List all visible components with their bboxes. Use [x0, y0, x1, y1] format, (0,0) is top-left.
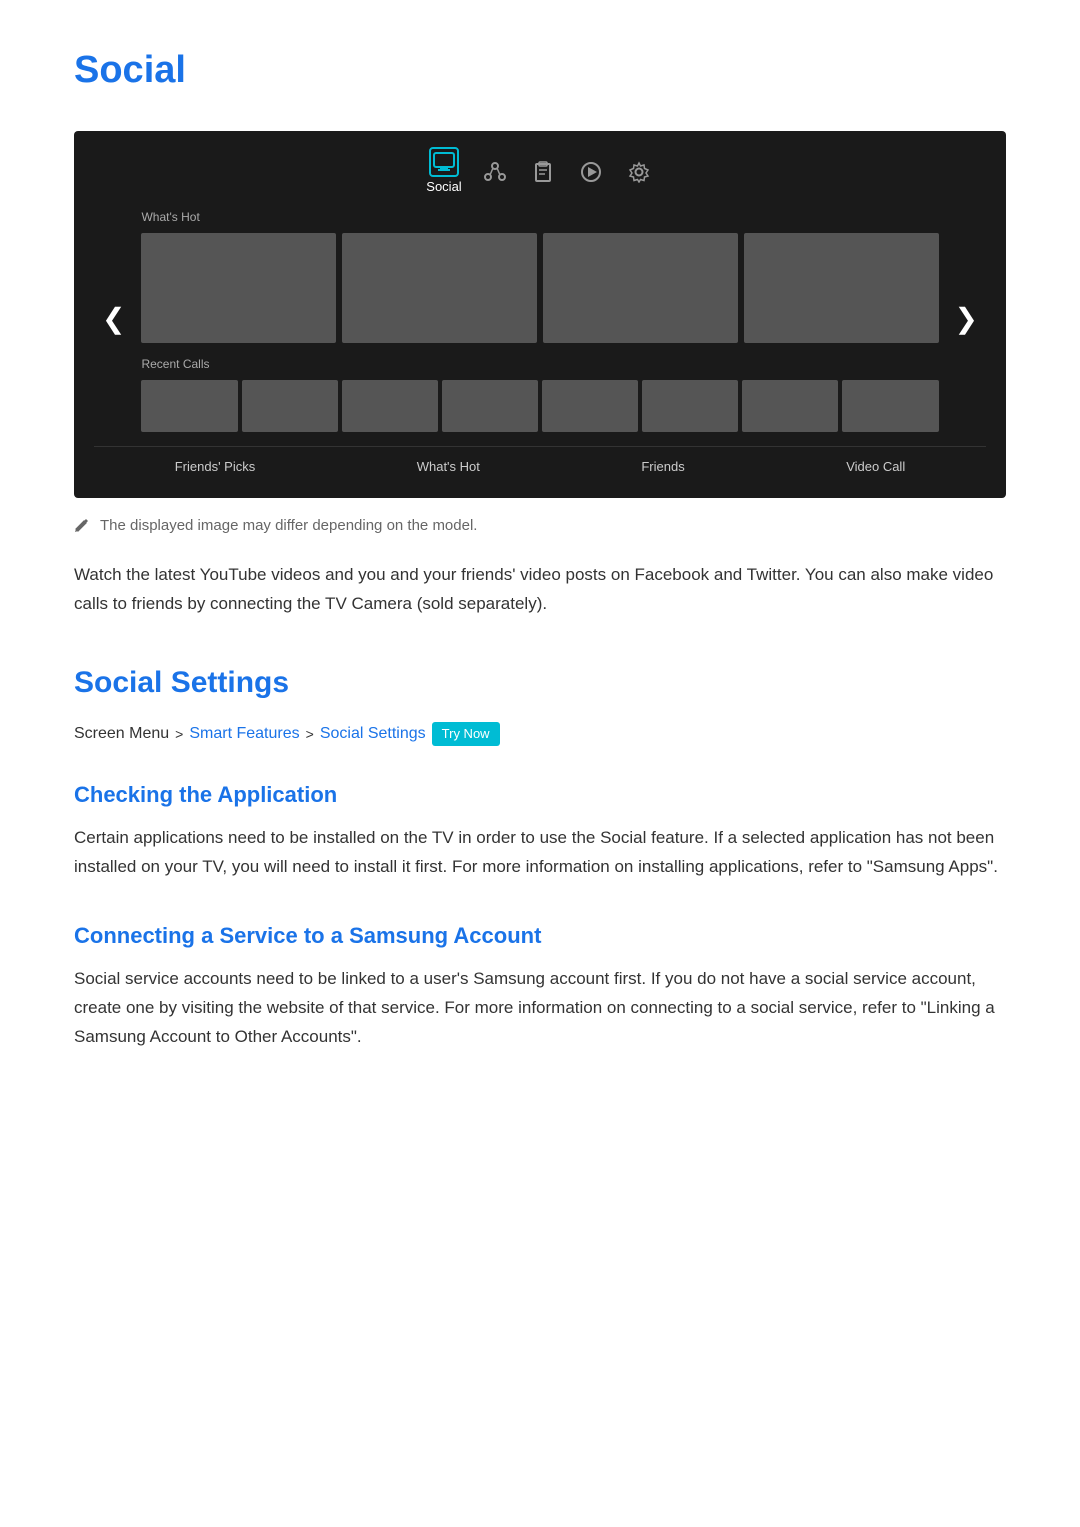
tv-bottom-nav-video-call: Video Call [846, 457, 905, 478]
tv-bottom-nav-whats-hot: What's Hot [417, 457, 480, 478]
note-text: The displayed image may differ depending… [100, 514, 477, 538]
tv-small-card-3 [342, 380, 438, 432]
tv-main-section: What's Hot Recent Calls [141, 208, 938, 432]
tv-card-3 [543, 233, 738, 343]
description-text: Watch the latest YouTube videos and you … [74, 561, 1006, 619]
tv-nav-bar: Social [94, 147, 986, 198]
tv-right-arrow[interactable]: ❯ [947, 289, 986, 350]
breadcrumb-sep1: > [175, 723, 183, 745]
connecting-service-text: Social service accounts need to be linke… [74, 965, 1006, 1052]
tv-nav-social: Social [426, 147, 461, 198]
tv-nav-icon-clipboard [528, 157, 558, 187]
connecting-service-title: Connecting a Service to a Samsung Accoun… [74, 918, 1006, 953]
note-row: The displayed image may differ depending… [74, 514, 1006, 542]
tv-content-area: ❮ What's Hot Recent Calls [94, 208, 986, 432]
tv-small-card-2 [242, 380, 338, 432]
tv-left-arrow[interactable]: ❮ [94, 289, 133, 350]
tv-small-card-6 [642, 380, 738, 432]
pencil-icon [74, 516, 90, 542]
tv-nav-icon-play [576, 157, 606, 187]
tv-recent-calls-label: Recent Calls [141, 355, 938, 374]
tv-card-1 [141, 233, 336, 343]
tv-small-card-7 [742, 380, 838, 432]
tv-nav-icon-share [480, 157, 510, 187]
breadcrumb-smart-features[interactable]: Smart Features [189, 721, 299, 747]
breadcrumb-social-settings[interactable]: Social Settings [320, 721, 426, 747]
checking-application-text: Certain applications need to be installe… [74, 824, 1006, 882]
tv-small-card-4 [442, 380, 538, 432]
tv-bottom-nav: Friends' Picks What's Hot Friends Video … [94, 446, 986, 478]
tv-card-2 [342, 233, 537, 343]
tv-nav-icon-settings [624, 157, 654, 187]
tv-whats-hot-label: What's Hot [141, 208, 938, 227]
tv-small-card-1 [141, 380, 237, 432]
tv-small-card-5 [542, 380, 638, 432]
checking-application-title: Checking the Application [74, 777, 1006, 812]
breadcrumb: Screen Menu > Smart Features > Social Se… [74, 721, 1006, 747]
tv-nav-icon-social [429, 147, 459, 177]
breadcrumb-prefix: Screen Menu [74, 721, 169, 747]
tv-whats-hot-grid [141, 233, 938, 343]
page-title: Social [74, 40, 1006, 101]
tv-bottom-nav-friends-picks: Friends' Picks [175, 457, 256, 478]
tv-screen-ui: Social [74, 131, 1006, 498]
try-now-badge[interactable]: Try Now [432, 722, 500, 747]
tv-bottom-nav-friends: Friends [641, 457, 684, 478]
breadcrumb-sep2: > [306, 723, 314, 745]
tv-card-4 [744, 233, 939, 343]
tv-nav-label-social: Social [426, 177, 461, 198]
tv-small-card-8 [842, 380, 938, 432]
tv-recent-calls-grid [141, 380, 938, 432]
social-settings-title: Social Settings [74, 659, 1006, 707]
